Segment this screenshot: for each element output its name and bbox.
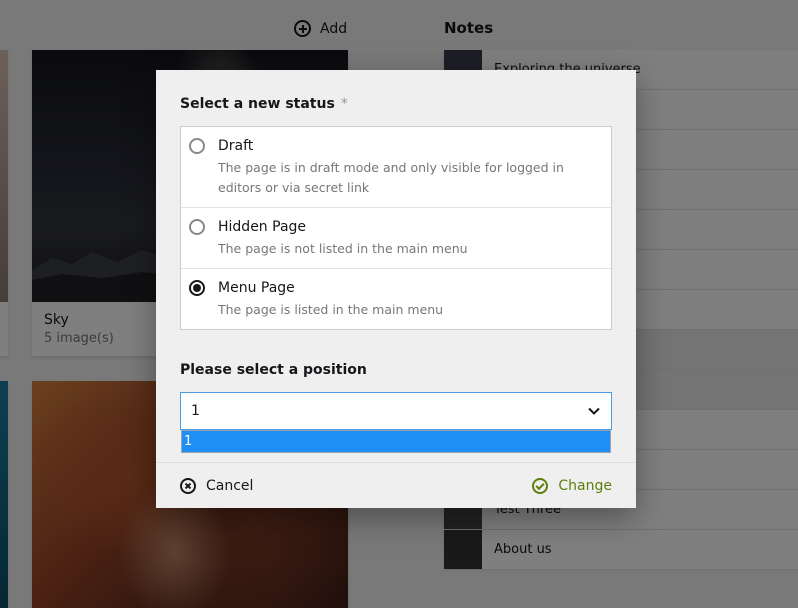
status-option-draft[interactable]: Draft The page is in draft mode and only… <box>181 127 611 207</box>
chevron-down-icon <box>588 407 600 415</box>
option-title: Menu Page <box>218 280 295 296</box>
cancel-label: Cancel <box>206 477 254 494</box>
option-description: The page is listed in the main menu <box>218 302 444 317</box>
radio-button-hidden[interactable] <box>189 219 205 235</box>
position-field-label: Please select a position <box>180 362 367 378</box>
status-label-text: Select a new status <box>180 96 335 112</box>
position-option[interactable]: 1 <box>182 431 610 452</box>
status-option-menu[interactable]: Menu Page The page is listed in the main… <box>181 268 611 329</box>
check-circle-icon <box>532 477 549 494</box>
status-option-hidden[interactable]: Hidden Page The page is not listed in th… <box>181 207 611 268</box>
option-description: The page is in draft mode and only visib… <box>218 160 564 195</box>
required-marker: * <box>340 96 348 112</box>
status-radio-group: Draft The page is in draft mode and only… <box>180 126 612 330</box>
option-description: The page is not listed in the main menu <box>218 241 468 256</box>
change-label: Change <box>558 477 612 494</box>
status-field-label: Select a new status * <box>180 96 348 112</box>
option-title: Draft <box>218 138 254 154</box>
radio-button-draft[interactable] <box>189 138 205 154</box>
position-select[interactable]: 1 <box>180 392 612 430</box>
position-select-value: 1 <box>191 403 200 419</box>
change-button[interactable]: Change <box>532 477 612 494</box>
position-dropdown-list: 1 <box>181 430 611 453</box>
cancel-icon <box>180 477 196 494</box>
radio-button-menu[interactable] <box>189 280 205 296</box>
cancel-button[interactable]: Cancel <box>180 477 254 494</box>
change-status-dialog: Select a new status * Draft The page is i… <box>156 70 636 508</box>
option-title: Hidden Page <box>218 219 307 235</box>
dialog-footer: Cancel Change <box>156 462 636 508</box>
